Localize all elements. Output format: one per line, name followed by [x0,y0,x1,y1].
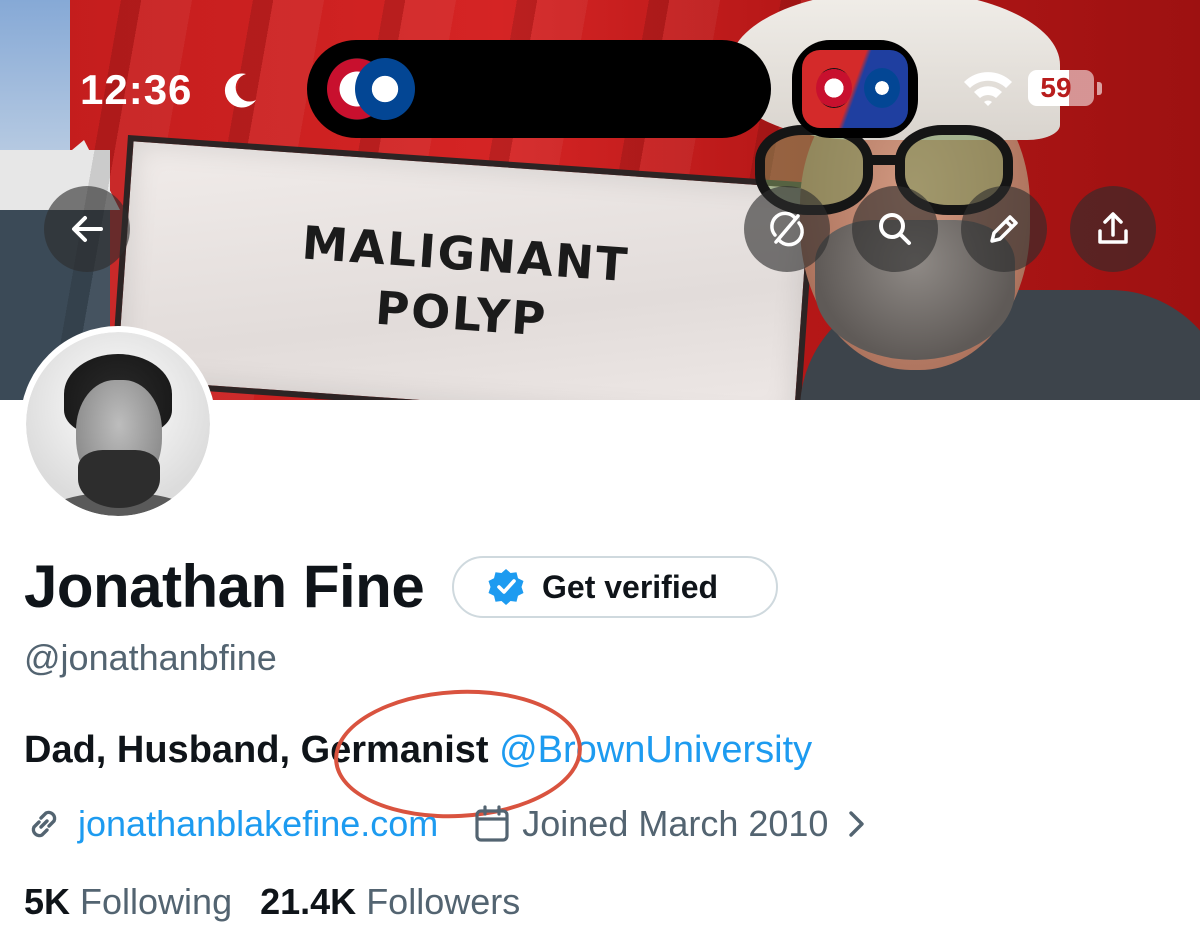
profile-name: Jonathan Fine [24,553,425,620]
live-activity-score[interactable] [792,40,918,138]
moon-icon [224,73,256,108]
battery-tip [1097,82,1102,95]
get-verified-button[interactable]: Get verified [452,556,778,618]
followers-count[interactable]: 21.4K [260,878,356,926]
sign-line-1: MALIGNANT [300,215,631,293]
dynamic-island[interactable] [307,40,771,138]
profile-handle: @jonathanbfine [24,637,277,678]
verified-badge-icon [488,569,524,605]
battery-icon: 59 [1028,70,1094,106]
joined-date: Joined March 2010 [522,803,829,844]
chevron-right-icon[interactable] [846,807,868,841]
avatar[interactable] [20,326,216,522]
following-count[interactable]: 5K [24,878,70,926]
wifi-icon [964,72,1012,106]
search-icon [879,213,911,245]
website-link[interactable]: jonathanblakefine.com [78,803,438,845]
edit-button[interactable] [961,186,1047,272]
following-label[interactable]: Following [80,878,232,926]
sign-line-2: POLYP [373,280,550,347]
profile-meta: jonathanblakefine.com Joined March 2010 [24,800,868,848]
link-icon [31,810,57,838]
followers-label[interactable]: Followers [366,878,520,926]
share-button[interactable] [1070,186,1156,272]
wrexham-crest-icon [816,68,852,108]
share-icon [1098,212,1128,244]
chelsea-crest-icon [355,58,415,120]
chelsea-crest-icon [864,68,900,108]
pencil-icon [990,215,1018,243]
follow-counts: 5K Following 21.4K Followers [24,878,548,926]
avatar-photo [26,332,210,516]
sync-icon [770,211,804,247]
search-button[interactable] [852,186,938,272]
back-arrow-icon [72,216,103,242]
calendar-icon [475,805,509,842]
refresh-button[interactable] [744,186,830,272]
profile-banner[interactable]: MALIGNANT POLYP 12:36 59 [0,0,1200,400]
battery-level: 59 [1040,72,1072,103]
get-verified-label: Get verified [542,568,719,605]
status-time: 12:36 [80,66,193,113]
back-button[interactable] [44,186,130,272]
banner-sign: MALIGNANT POLYP [110,135,817,400]
